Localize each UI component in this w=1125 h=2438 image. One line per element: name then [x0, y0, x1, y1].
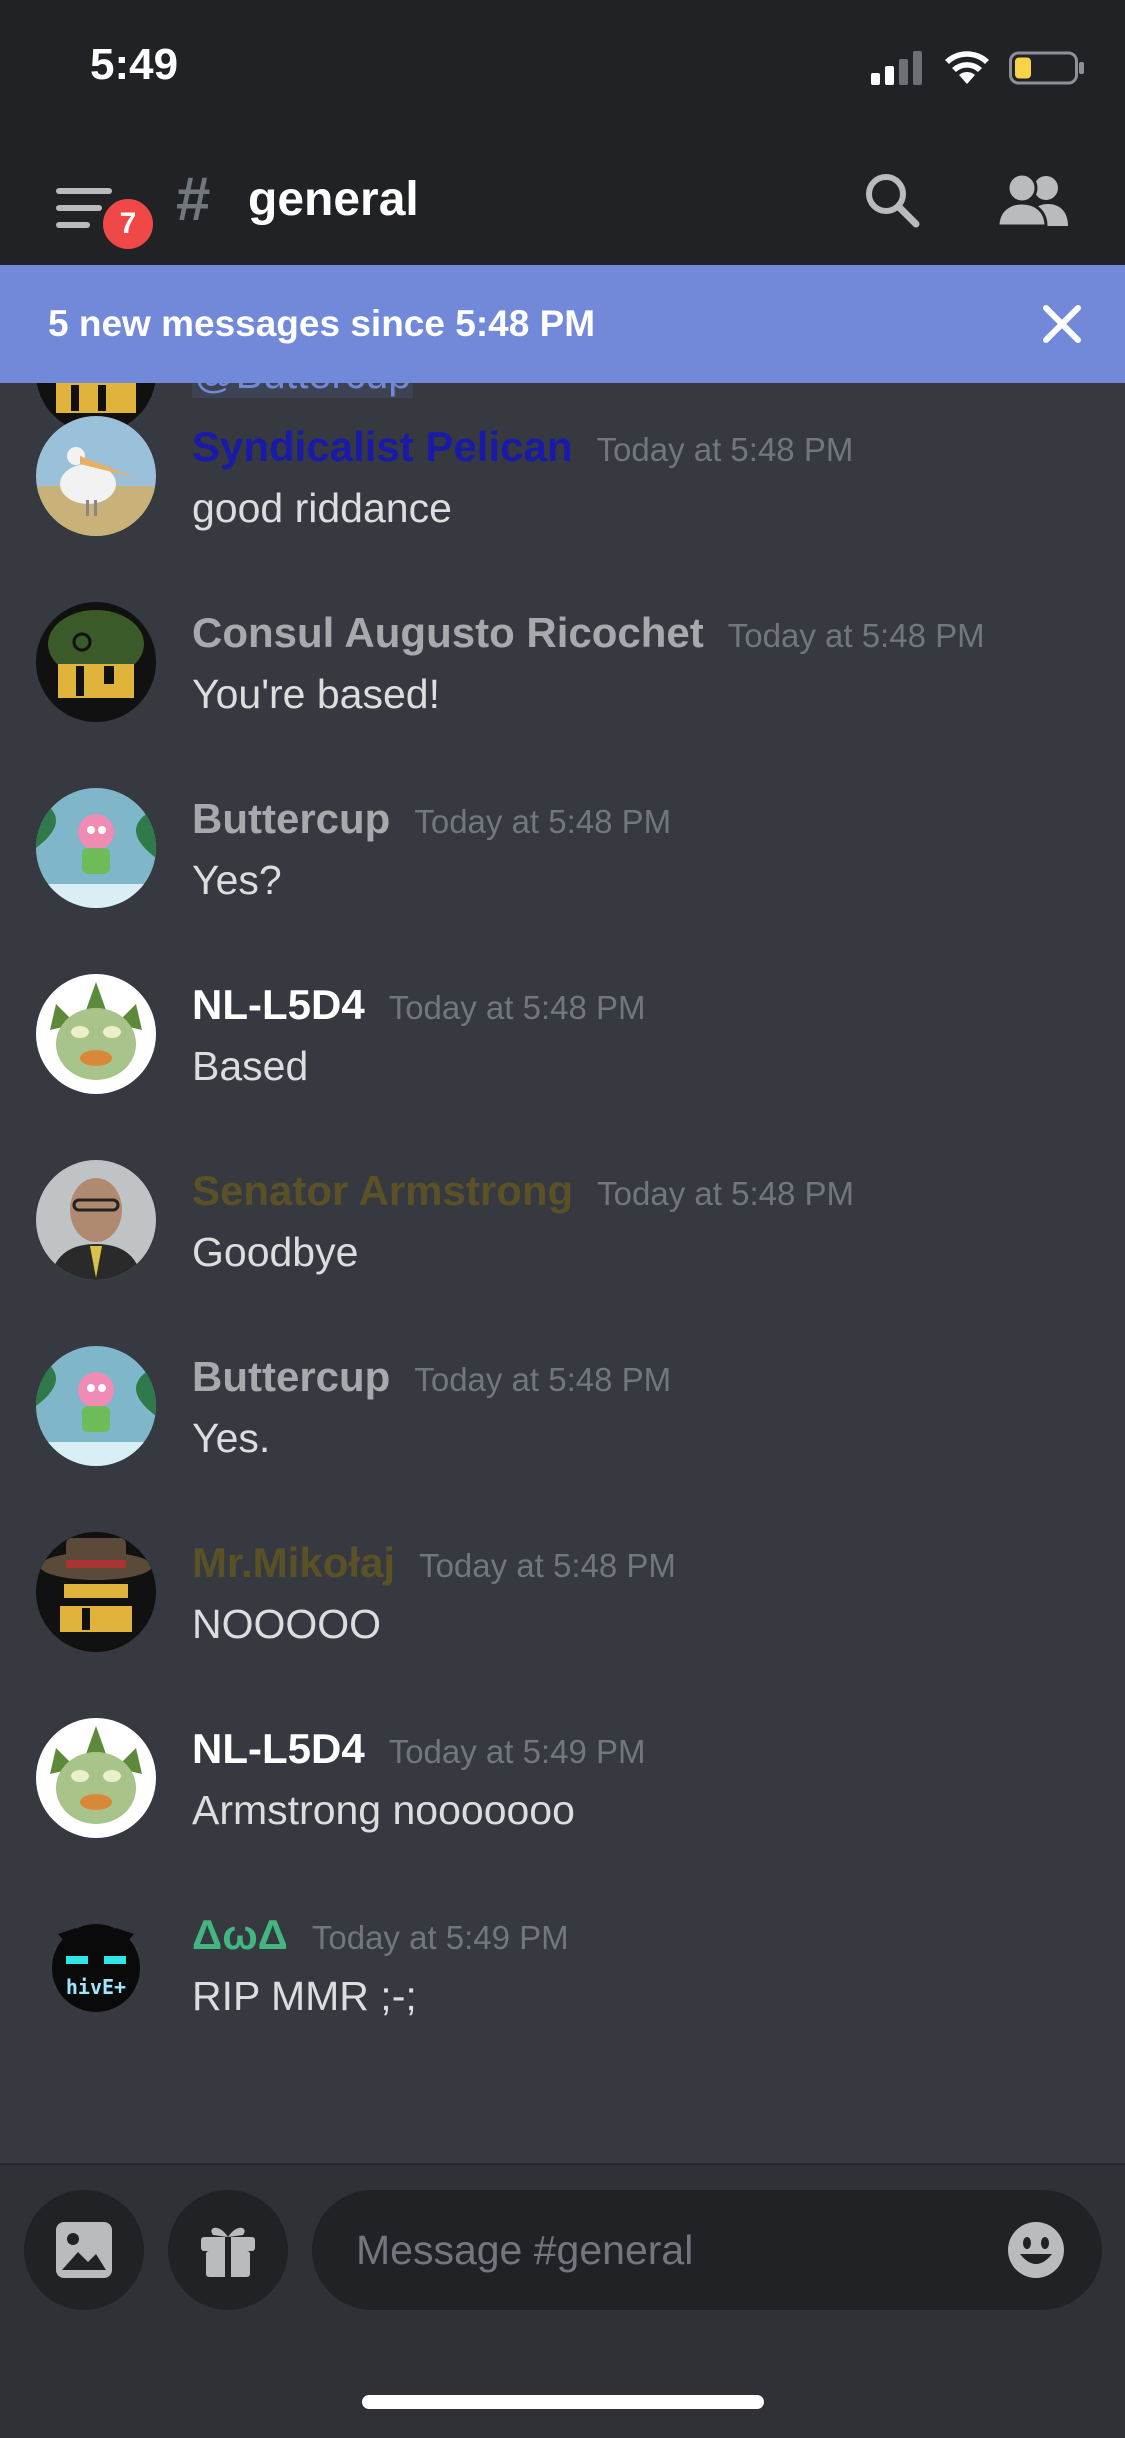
gift-icon — [201, 2227, 255, 2277]
channel-title[interactable]: general — [248, 172, 419, 227]
message-row[interactable]: hivE+ ΔωΔ Today at 5:49 PM RIP MMR ;-; — [0, 1791, 1125, 2024]
message-author[interactable]: Consul Augusto Ricochet Today at 5:48 PM — [192, 609, 985, 657]
author-name[interactable]: NL-L5D4 — [192, 1725, 365, 1772]
status-bar: 5:49 — [0, 0, 1125, 140]
unread-badge: 7 — [98, 194, 158, 254]
message-row[interactable]: Senator Armstrong Today at 5:48 PM Goodbye — [0, 1047, 1125, 1280]
message-row[interactable]: Mr.Mikołaj Today at 5:48 PM NOOOOO — [0, 1419, 1125, 1652]
attach-image-button[interactable] — [24, 2190, 144, 2310]
author-name[interactable]: ΔωΔ — [192, 1911, 288, 1958]
new-messages-banner[interactable]: 5 new messages since 5:48 PM — [0, 265, 1125, 383]
message-timestamp: Today at 5:48 PM — [419, 1547, 676, 1584]
status-time: 5:49 — [90, 40, 179, 89]
author-name[interactable]: Senator Armstrong — [192, 1167, 573, 1214]
author-name[interactable]: Mr.Mikołaj — [192, 1539, 395, 1586]
status-icons — [871, 48, 1085, 88]
message-author[interactable]: NL-L5D4 Today at 5:48 PM — [192, 981, 646, 1029]
message-timestamp: Today at 5:48 PM — [414, 1361, 672, 1398]
message-timestamp: Today at 5:48 PM — [414, 803, 672, 840]
message-timestamp: Today at 5:49 PM — [388, 1733, 646, 1770]
message-author[interactable]: Senator Armstrong Today at 5:48 PM — [192, 1167, 854, 1215]
channel-header — [0, 140, 1125, 265]
message-timestamp: Today at 5:48 PM — [596, 431, 854, 468]
signal-icon — [871, 51, 922, 85]
message-row[interactable]: Buttercup Today at 5:48 PM Yes. — [0, 1233, 1125, 1466]
members-icon[interactable] — [996, 172, 1070, 228]
emoji-icon[interactable] — [1006, 2220, 1066, 2280]
author-name[interactable]: Consul Augusto Ricochet — [192, 609, 704, 656]
image-icon — [56, 2222, 112, 2278]
message-author[interactable]: Buttercup Today at 5:48 PM — [192, 1353, 671, 1401]
pixel-cat-avatar[interactable]: hivE+ — [36, 1904, 156, 2024]
message-row[interactable]: Syndicalist Pelican Today at 5:48 PM good … — [0, 383, 1125, 536]
message-timestamp: Today at 5:49 PM — [311, 1919, 569, 1956]
author-name[interactable]: Syndicalist Pelican — [192, 423, 573, 470]
message-row[interactable]: NL-L5D4 Today at 5:49 PM Armstrong noooooo… — [0, 1605, 1125, 1838]
message-row[interactable]: Buttercup Today at 5:48 PM Yes? — [0, 675, 1125, 908]
message-timestamp: Today at 5:48 PM — [727, 617, 985, 654]
home-indicator — [362, 2395, 764, 2409]
message-author[interactable]: Mr.Mikołaj Today at 5:48 PM — [192, 1539, 676, 1587]
message-author[interactable]: ΔωΔ Today at 5:49 PM — [192, 1911, 569, 1959]
message-row[interactable]: Consul Augusto Ricochet Today at 5:48 PM Y… — [0, 489, 1125, 722]
message-timestamp: Today at 5:48 PM — [597, 1175, 854, 1212]
message-author[interactable]: NL-L5D4 Today at 5:49 PM — [192, 1725, 646, 1773]
new-messages-text: 5 new messages since 5:48 PM — [48, 303, 596, 344]
message-input-wrapper[interactable] — [312, 2190, 1102, 2310]
message-timestamp: Today at 5:48 PM — [388, 989, 646, 1026]
author-name[interactable]: NL-L5D4 — [192, 981, 365, 1028]
wifi-icon — [945, 51, 989, 84]
message-input[interactable] — [354, 2225, 978, 2275]
message-author[interactable]: Syndicalist Pelican Today at 5:48 PM — [192, 423, 853, 471]
gift-button[interactable] — [168, 2190, 288, 2310]
message-content: RIP MMR ;-; — [192, 1973, 417, 2019]
author-name[interactable]: Buttercup — [192, 795, 390, 842]
channel-hash-icon: # — [176, 165, 211, 234]
search-icon[interactable] — [862, 170, 922, 230]
message-list[interactable]: @Buttercup Syndicalist PelicanToday at 5… — [0, 383, 1125, 2163]
close-icon[interactable] — [1040, 302, 1084, 346]
avatar-text: hivE+ — [66, 1975, 126, 1999]
message-author[interactable]: Buttercup Today at 5:48 PM — [192, 795, 671, 843]
author-name[interactable]: Buttercup — [192, 1353, 390, 1400]
battery-icon — [1009, 51, 1084, 85]
message-row[interactable]: NL-L5D4 Today at 5:48 PM Based — [0, 861, 1125, 1094]
